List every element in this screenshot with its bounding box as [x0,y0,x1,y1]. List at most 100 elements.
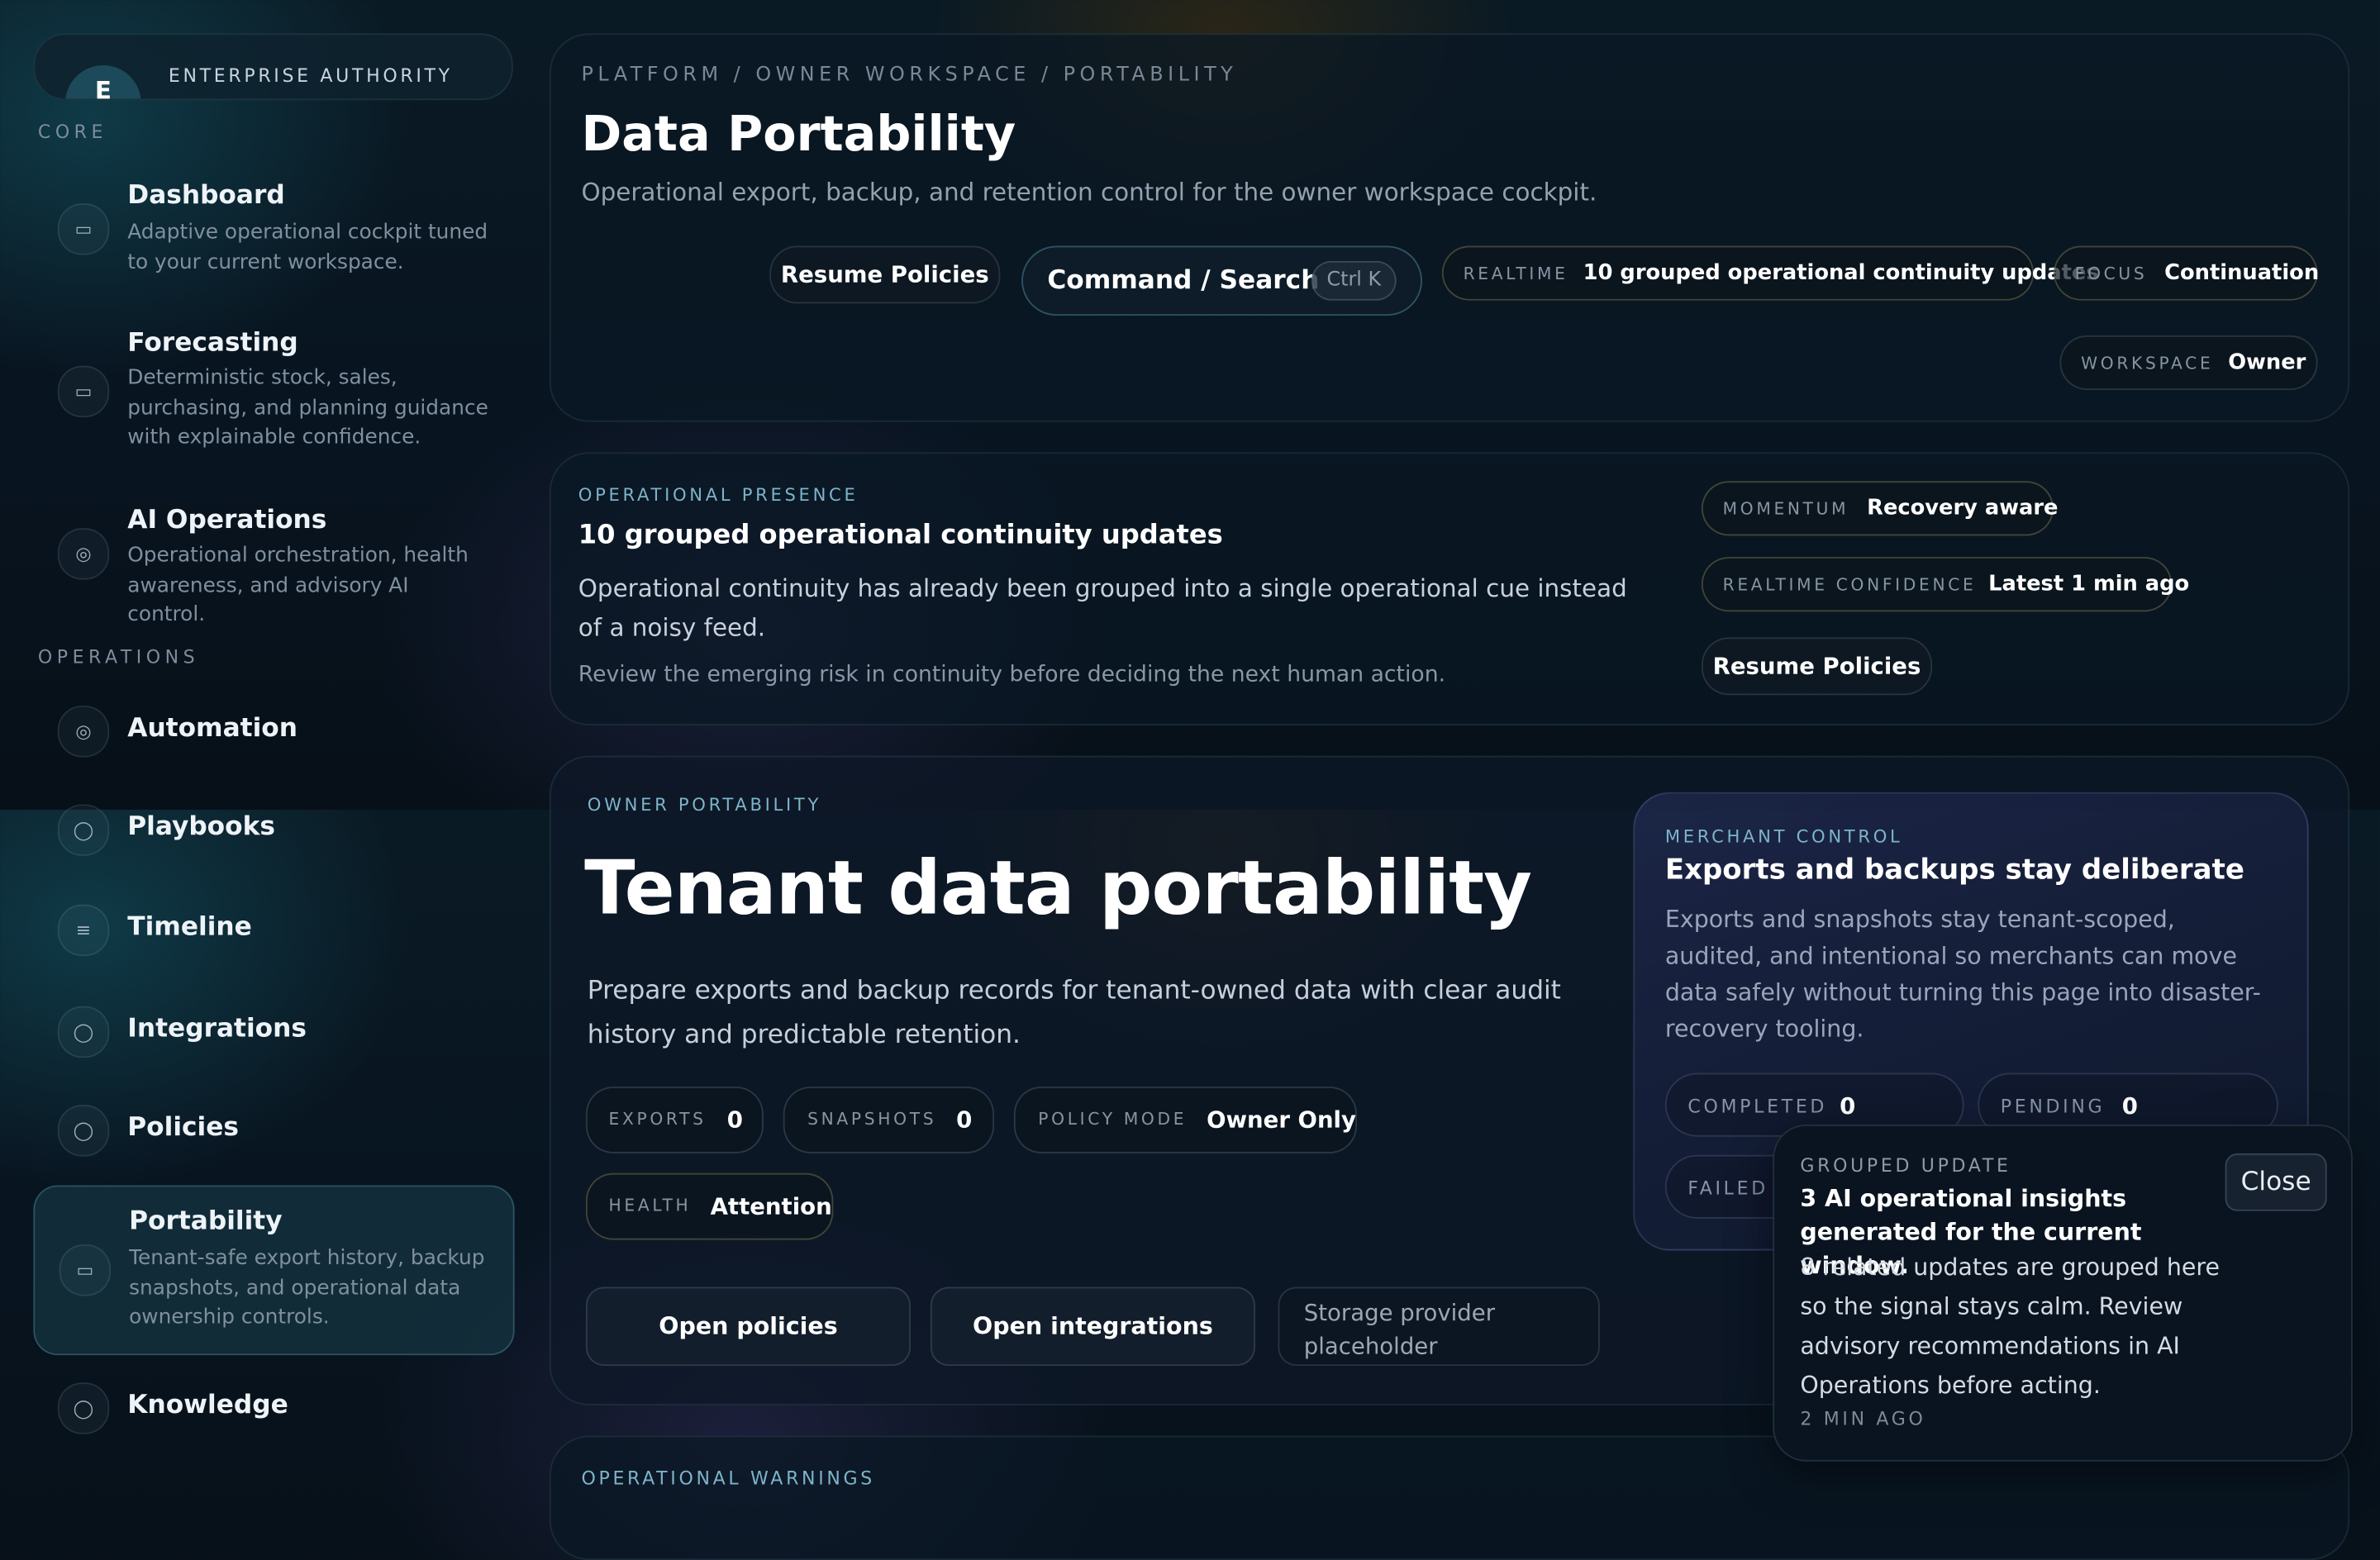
health-value: Attention [710,1192,832,1220]
grouped-update-toast: GROUPED UPDATE 3 AI operational insights… [1773,1124,2353,1462]
sidebar-item-portability[interactable]: ▭ Portability Tenant-safe export history… [33,1185,515,1356]
sidebar-item-desc: Deterministic stock, sales, purchasing, … [127,365,488,449]
warnings-eyebrow: OPERATIONAL WARNINGS [581,1467,875,1489]
toast-eyebrow: GROUPED UPDATE [1800,1154,2011,1177]
section-label-operations: OPERATIONS [37,646,200,668]
sidebar-item-title: Knowledge [127,1390,288,1421]
realtime-value: 10 grouped operational continuity update… [1583,260,2099,286]
toast-close-button[interactable]: Close [2225,1153,2327,1211]
brand-label: ENTERPRISE AUTHORITY [168,64,453,87]
open-policies-button[interactable]: Open policies [585,1287,912,1367]
confidence-value: Latest 1 min ago [1988,572,2190,597]
sidebar-item-title: Playbooks [127,811,275,843]
storage-provider-placeholder[interactable]: Storage provider placeholder [1278,1287,1600,1367]
presence-body: Operational continuity has already been … [578,573,1627,642]
presence-title: 10 grouped operational continuity update… [578,520,1223,551]
page-title: Data Portability [581,104,1016,163]
realtime-key: REALTIME [1463,264,1568,284]
section-label-core: CORE [37,121,107,143]
list-icon: ≡ [57,904,110,957]
sidebar-item-title: AI Operations [127,505,327,536]
pending-value: 0 [2121,1092,2138,1120]
compass-icon: ◯ [57,1105,110,1157]
target-icon: ◎ [57,706,110,758]
toast-time: 2 MIN AGO [1800,1408,1926,1430]
open-integrations-button[interactable]: Open integrations [930,1287,1255,1367]
portability-title: Tenant data portability [584,845,1532,932]
completed-value: 0 [1840,1092,1856,1120]
focus-pill: FOCUS Continuation [2054,245,2319,301]
exports-value: 0 [726,1106,743,1134]
policy-mode-key: POLICY MODE [1038,1109,1188,1130]
health-key: HEALTH [608,1196,692,1216]
failed-key: FAILED [1687,1177,1768,1199]
compass-icon: ◯ [57,804,110,856]
momentum-pill: MOMENTUM Recovery aware [1701,481,2058,536]
presence-panel: OPERATIONAL PRESENCE 10 grouped operatio… [549,452,2350,725]
sidebar-item-title: Forecasting [127,327,298,359]
sidebar: E ENTERPRISE AUTHORITY CORE ▭ Dashboard … [0,0,531,1487]
page-subtitle: Operational export, backup, and retentio… [581,177,1597,207]
portability-body: Prepare exports and backup records for t… [587,975,1561,1050]
sidebar-item-desc: Operational orchestration, health awaren… [127,543,469,627]
sidebar-item-integrations[interactable]: ◯ Integrations [33,992,512,1068]
toast-body: 8 related updates are grouped here so th… [1800,1253,2221,1400]
snapshots-key: SNAPSHOTS [807,1109,937,1130]
merchant-eyebrow: MERCHANT CONTROL [1664,825,1903,847]
compass-icon: ◯ [57,1382,110,1434]
sidebar-item-title: Portability [129,1206,283,1237]
exports-pill: EXPORTS 0 [585,1087,764,1153]
sidebar-item-desc: Adaptive operational cockpit tuned to yo… [127,220,488,274]
sidebar-item-title: Timeline [127,911,252,943]
shortcut-badge: Ctrl K [1311,260,1397,301]
sidebar-item-title: Integrations [127,1013,307,1044]
presence-eyebrow: OPERATIONAL PRESENCE [578,483,859,506]
sidebar-item-policies[interactable]: ◯ Policies [33,1092,512,1168]
focus-key: FOCUS [2074,264,2148,284]
workspace-key: WORKSPACE [2081,353,2214,373]
resume-policies-button[interactable]: Resume Policies [769,245,1001,304]
sidebar-item-timeline[interactable]: ≡ Timeline [33,891,512,967]
pending-key: PENDING [2000,1096,2106,1117]
compass-icon: ◯ [57,1006,110,1058]
sidebar-item-title: Policies [127,1112,240,1144]
completed-key: COMPLETED [1687,1096,1828,1117]
health-pill: HEALTH Attention [585,1172,834,1240]
sidebar-item-title: Dashboard [127,180,285,212]
sidebar-item-forecasting[interactable]: ▭ Forecasting Deterministic stock, sales… [33,312,512,473]
realtime-pill: REALTIME 10 grouped operational continui… [1441,245,2099,301]
workspace-pill: WORKSPACE Owner [2059,335,2318,391]
momentum-value: Recovery aware [1867,496,2059,521]
bar-chart-icon: ▭ [57,203,110,255]
portability-eyebrow: OWNER PORTABILITY [587,793,822,816]
sidebar-item-knowledge[interactable]: ◯ Knowledge [33,1369,512,1445]
merchant-body: Exports and snapshots stay tenant-scoped… [1664,906,2261,1043]
policy-mode-value: Owner Only [1207,1106,1356,1134]
bar-chart-icon: ▭ [57,365,110,418]
header-panel: PLATFORM / OWNER WORKSPACE / PORTABILITY… [549,33,2350,422]
brand-avatar: E [64,64,141,99]
presence-note: Review the emerging risk in continuity b… [578,663,1446,688]
exports-key: EXPORTS [608,1109,707,1130]
brand-chip[interactable]: E ENTERPRISE AUTHORITY [33,33,513,101]
policy-mode-pill: POLICY MODE Owner Only [1013,1087,1358,1153]
workspace-value: Owner [2228,350,2306,375]
resume-policies-button-secondary[interactable]: Resume Policies [1701,637,1933,696]
sidebar-item-dashboard[interactable]: ▭ Dashboard Adaptive operational cockpit… [33,164,512,294]
confidence-key: REALTIME CONFIDENCE [1722,575,1977,595]
momentum-key: MOMENTUM [1722,499,1849,520]
breadcrumb: PLATFORM / OWNER WORKSPACE / PORTABILITY [581,64,1238,87]
realtime-confidence-pill: REALTIME CONFIDENCE Latest 1 min ago [1701,557,2189,612]
merchant-title: Exports and backups stay deliberate [1664,854,2244,887]
sidebar-item-playbooks[interactable]: ◯ Playbooks [33,791,512,867]
target-icon: ◎ [57,528,110,580]
command-search-button[interactable]: Command / Search Ctrl K [1021,245,1422,316]
sidebar-item-ai-operations[interactable]: ◎ AI Operations Operational orchestratio… [33,488,512,627]
sidebar-item-desc: Tenant-safe export history, backup snaps… [129,1245,485,1329]
snapshots-pill: SNAPSHOTS 0 [783,1087,995,1153]
sidebar-item-title: Automation [127,713,298,744]
sidebar-item-automation[interactable]: ◎ Automation [33,692,512,768]
command-search-label: Command / Search [1047,265,1320,297]
bar-chart-icon: ▭ [59,1244,112,1296]
snapshots-value: 0 [956,1106,973,1134]
